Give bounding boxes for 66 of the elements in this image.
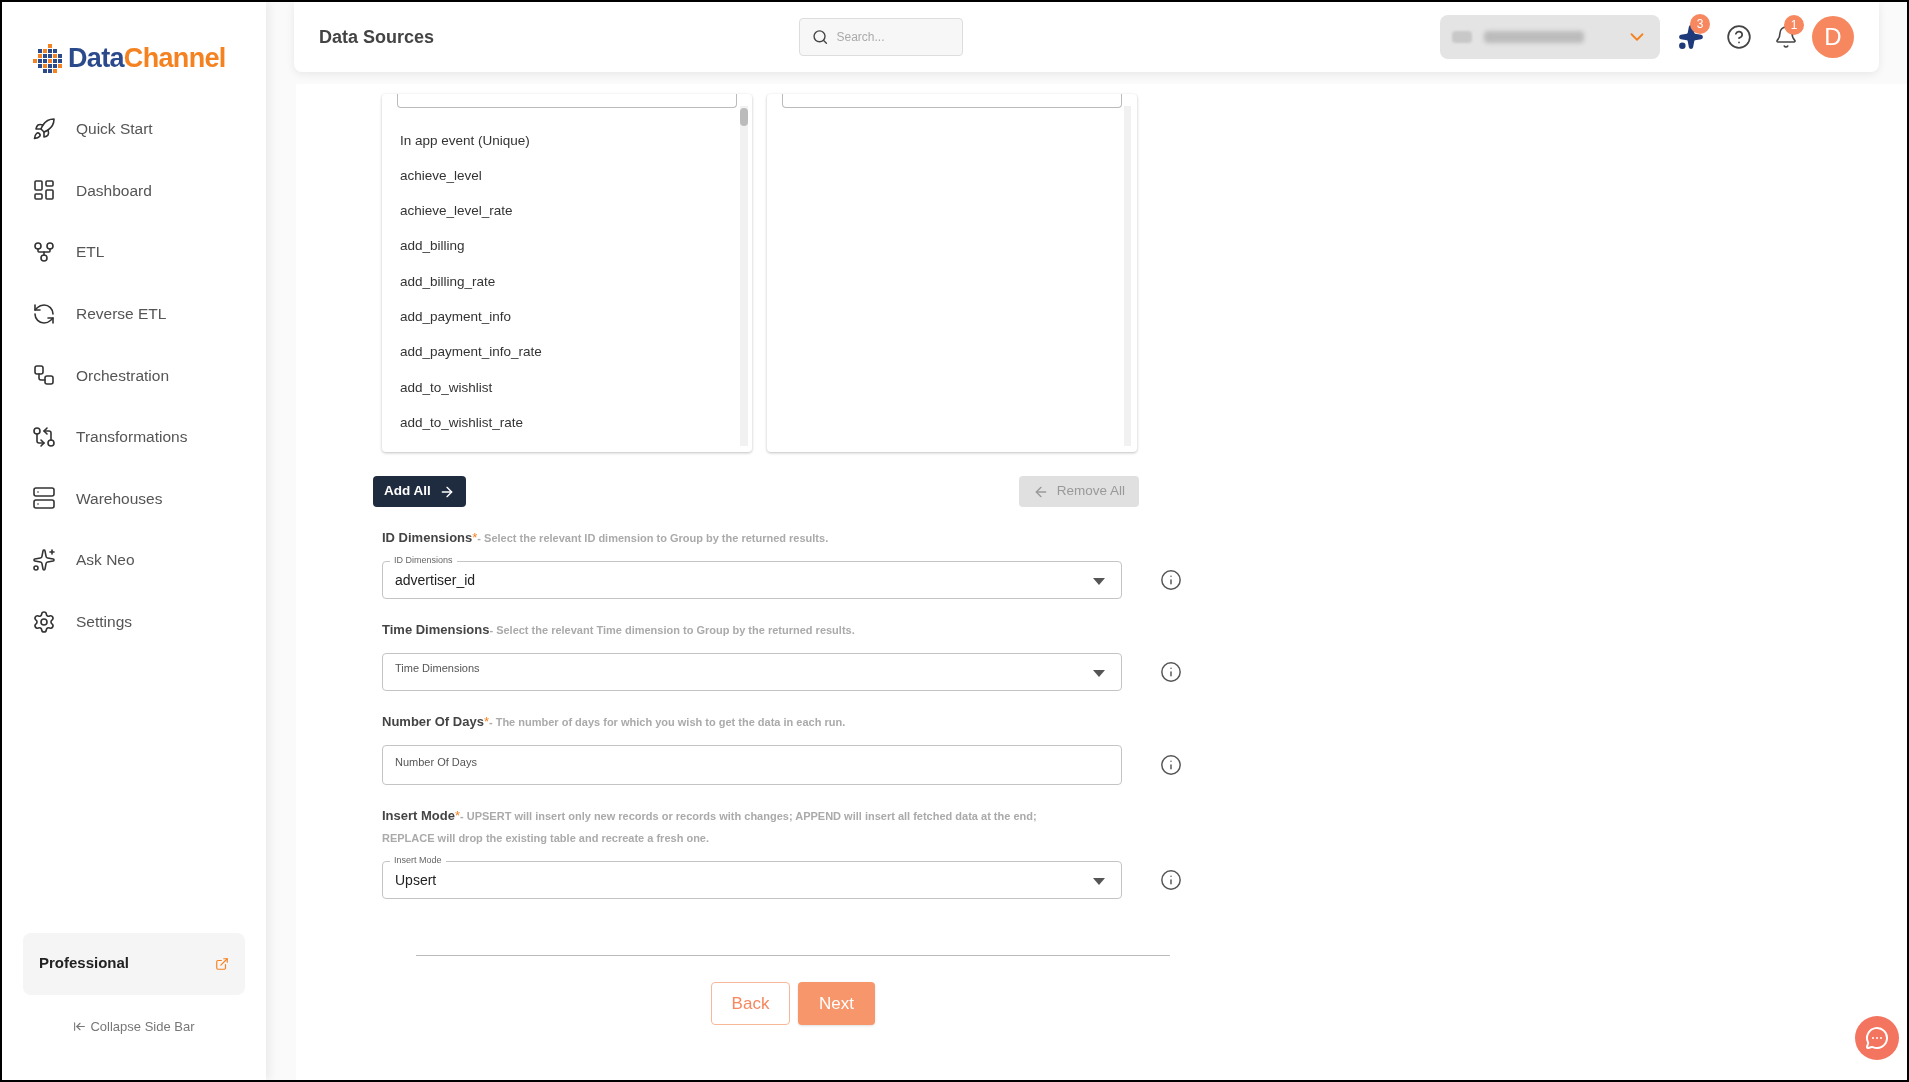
- sidebar-item[interactable]: Orchestration: [2, 344, 266, 406]
- list-item[interactable]: add_payment_info_rate: [382, 334, 752, 371]
- server-icon: [32, 486, 56, 511]
- list-item[interactable]: achieve_level_rate: [382, 193, 752, 229]
- external-link-icon[interactable]: [215, 956, 229, 971]
- number-field[interactable]: Number Of Days: [382, 745, 1122, 785]
- sidebar-item[interactable]: Quick Start: [2, 98, 266, 160]
- sidebar-item[interactable]: ETL: [2, 221, 266, 283]
- brand-name: DataChannel: [68, 41, 226, 75]
- field-title: ID Dimensions*- Select the relevant ID dimension to Group by the returned results.: [382, 529, 830, 547]
- list-item[interactable]: add_to_wishlist: [382, 370, 752, 406]
- list-item[interactable]: add_billing_rate: [382, 264, 752, 300]
- add-all-button[interactable]: Add All: [373, 476, 466, 507]
- compare-arrows-icon: [32, 424, 56, 449]
- workspace-selector[interactable]: [1440, 15, 1660, 59]
- sidebar-item[interactable]: Transformations: [2, 405, 266, 468]
- sidebar-item[interactable]: Ask Neo: [2, 529, 266, 591]
- search-field[interactable]: Search...: [799, 18, 963, 56]
- info-icon[interactable]: [1160, 661, 1182, 683]
- field-title: Insert Mode*- UPSERT will insert only new records or records with changes; APPEND will insert all fetched data at the end; REPLACE will drop the existing table and recreate a fresh one.: [382, 807, 1038, 846]
- select-placeholder: Time Dimensions: [395, 660, 480, 676]
- collapse-icon: [73, 1019, 87, 1033]
- logo-icon: [30, 41, 64, 75]
- search-input[interactable]: Search...: [836, 28, 950, 46]
- dropdown-caret-icon: [1093, 578, 1105, 585]
- list-item[interactable]: add_billing: [382, 228, 752, 265]
- sparkle-icon: [32, 547, 56, 572]
- list-search-field[interactable]: [782, 94, 1122, 108]
- sidebar-item[interactable]: Dashboard: [2, 159, 266, 222]
- list-item[interactable]: add_payment_info: [382, 299, 752, 335]
- sidebar-item[interactable]: Reverse ETL: [2, 282, 266, 345]
- info-icon[interactable]: [1160, 569, 1182, 591]
- workflow-icon: [32, 363, 56, 388]
- settings-icon: [32, 609, 56, 634]
- dropdown-caret-icon: [1093, 878, 1105, 885]
- page-title: Data Sources: [319, 25, 436, 49]
- collapse-sidebar-button[interactable]: Collapse Side Bar: [2, 1016, 266, 1036]
- list-item[interactable]: In app event (Unique): [382, 123, 752, 159]
- select-value: Upsert: [395, 870, 437, 890]
- field-title: Number Of Days*- The number of days for which you wish to get the data in each run.: [382, 713, 847, 731]
- branch-icon: [32, 240, 56, 264]
- scrollbar-thumb[interactable]: [740, 108, 748, 126]
- floating-label: Insert Mode: [390, 854, 446, 866]
- info-icon[interactable]: [1160, 869, 1182, 891]
- help-icon[interactable]: [1726, 24, 1752, 50]
- sidebar-item[interactable]: Settings: [2, 590, 266, 653]
- search-icon: [812, 27, 829, 47]
- list-item[interactable]: achieve_level: [382, 158, 752, 194]
- floating-label: ID Dimensions: [390, 554, 457, 566]
- list-search-field[interactable]: [397, 94, 737, 108]
- sparkle-count-badge: 3: [1690, 14, 1710, 34]
- notification-count-badge: 1: [1784, 15, 1804, 35]
- list-item[interactable]: add_to_wishlist_rate: [382, 405, 752, 441]
- scrollbar[interactable]: [740, 106, 748, 446]
- dropdown-caret-icon: [1093, 670, 1105, 677]
- rocket-icon: [32, 116, 56, 141]
- dashboard-icon: [32, 178, 56, 203]
- plan-name: Professional: [39, 953, 130, 974]
- chat-icon: [1865, 1026, 1889, 1050]
- refresh-icon: [32, 301, 56, 326]
- select-field[interactable]: Time Dimensions: [382, 653, 1122, 691]
- field-title: Time Dimensions- Select the relevant Time dimension to Group by the returned results.: [382, 621, 856, 639]
- select-value: advertiser_id: [395, 570, 476, 590]
- info-icon[interactable]: [1160, 754, 1182, 776]
- sidebar-item[interactable]: Warehouses: [2, 467, 266, 530]
- number-input[interactable]: Number Of Days: [395, 754, 1109, 771]
